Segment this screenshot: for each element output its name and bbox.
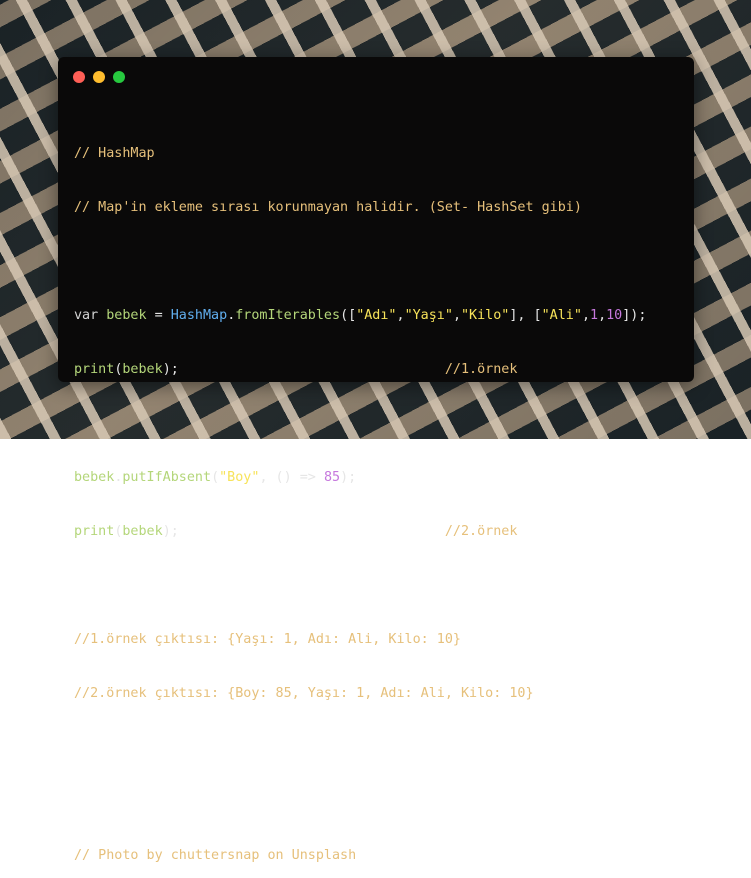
number-1: 1 bbox=[590, 308, 599, 323]
punct-comma: , bbox=[598, 308, 607, 323]
code-comment-output-2: //2.örnek çıktısı: {Boy: 85, Yaşı: 1, Ad… bbox=[74, 686, 534, 701]
window-controls bbox=[73, 71, 125, 83]
string-kilo: "Kilo" bbox=[461, 308, 510, 323]
type-hashmap: HashMap bbox=[170, 308, 228, 323]
function-print: print bbox=[74, 362, 115, 377]
punct-lambda: , () => bbox=[259, 470, 324, 485]
comment-ornek-1: //1.örnek bbox=[444, 362, 518, 377]
code-line-print-2: print(bebek); //2.örnek bbox=[74, 523, 646, 541]
string-adi: "Adı" bbox=[356, 308, 397, 323]
identifier-bebek: bebek bbox=[122, 524, 163, 539]
punct-comma: , bbox=[452, 308, 461, 323]
punct-open: ( bbox=[211, 470, 220, 485]
keyword-var: var bbox=[74, 308, 99, 323]
code-window: // HashMap // Map'in ekleme sırası korun… bbox=[58, 57, 694, 863]
code-line-putifabsent: bebek.putIfAbsent("Boy", () => 85); bbox=[74, 469, 646, 487]
function-print: print bbox=[74, 524, 115, 539]
identifier-bebek: bebek bbox=[106, 308, 147, 323]
close-dot-icon[interactable] bbox=[73, 71, 85, 83]
punct-open: ([ bbox=[340, 308, 357, 323]
minimize-dot-icon[interactable] bbox=[93, 71, 105, 83]
punct-open: ( bbox=[114, 524, 123, 539]
method-fromiterables: fromIterables bbox=[235, 308, 341, 323]
code-line-declaration: var bebek = HashMap.fromIterables(["Adı"… bbox=[74, 307, 646, 325]
string-ali: "Ali" bbox=[541, 308, 582, 323]
punct-comma: , bbox=[581, 308, 590, 323]
code-line-print-1: print(bebek); //1.örnek bbox=[74, 361, 646, 379]
string-yasi: "Yaşı" bbox=[404, 308, 453, 323]
string-boy: "Boy" bbox=[219, 470, 260, 485]
punct-close: ); bbox=[162, 524, 179, 539]
code-padding bbox=[179, 362, 445, 377]
identifier-bebek: bebek bbox=[74, 470, 115, 485]
method-putifabsent: putIfAbsent bbox=[122, 470, 212, 485]
operator-assign: = bbox=[146, 308, 171, 323]
code-comment-photo-credit: // Photo by chuttersnap on Unsplash bbox=[74, 848, 357, 863]
code-block: // HashMap // Map'in ekleme sırası korun… bbox=[74, 109, 646, 878]
number-85: 85 bbox=[323, 470, 341, 485]
code-comment-description: // Map'in ekleme sırası korunmayan halid… bbox=[74, 200, 582, 215]
comment-ornek-2: //2.örnek bbox=[444, 524, 518, 539]
punct-comma: , bbox=[396, 308, 405, 323]
code-padding bbox=[179, 524, 445, 539]
number-10: 10 bbox=[606, 308, 623, 323]
operator-dot: . bbox=[114, 470, 123, 485]
maximize-dot-icon[interactable] bbox=[113, 71, 125, 83]
punct-mid: ], [ bbox=[509, 308, 542, 323]
punct-close: ]); bbox=[622, 308, 647, 323]
punct-close: ); bbox=[162, 362, 179, 377]
punct-close: ); bbox=[340, 470, 357, 485]
identifier-bebek: bebek bbox=[122, 362, 163, 377]
code-comment-output-1: //1.örnek çıktısı: {Yaşı: 1, Adı: Ali, K… bbox=[74, 632, 461, 647]
code-comment-hashmap: // HashMap bbox=[74, 146, 155, 161]
